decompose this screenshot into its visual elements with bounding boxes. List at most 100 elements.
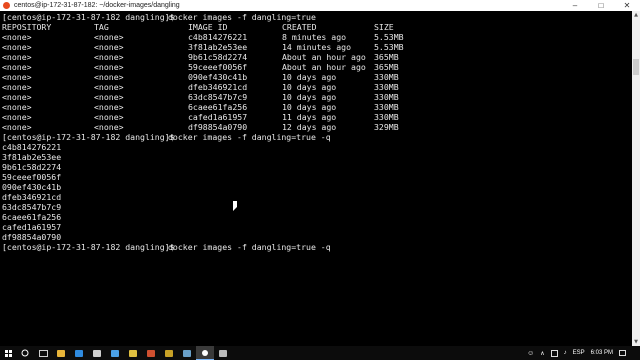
cell-image-id: 63dc8547b7c9 xyxy=(188,92,248,102)
prompt: [centos@ip-172-31-87-182 dangling]$ xyxy=(2,12,180,22)
cell-tag: <none> xyxy=(94,32,124,42)
edge-browser-icon[interactable] xyxy=(70,346,88,360)
search-icon[interactable] xyxy=(16,346,34,360)
scroll-up-icon[interactable]: ▲ xyxy=(632,11,640,19)
taskbar: ☺ ∧ ♪ ESP 6:03 PM xyxy=(0,346,640,360)
clock[interactable]: 6:03 PM xyxy=(591,350,613,356)
cell-repository: <none> xyxy=(2,82,32,92)
window-title-bar[interactable]: centos@ip-172-31-87-182: ~/docker-images… xyxy=(0,0,640,11)
cell-size: 5.53MB xyxy=(374,32,404,42)
cell-image-id: 9b61c58d2274 xyxy=(188,52,248,62)
chevron-up-icon[interactable]: ∧ xyxy=(540,350,544,357)
network-icon[interactable] xyxy=(550,349,558,357)
app-glyph xyxy=(75,349,83,357)
cell-created: 10 days ago xyxy=(282,72,337,82)
image-id: 090ef430c41b xyxy=(2,182,62,192)
column-header-size: SIZE xyxy=(374,22,394,32)
column-header-tag: TAG xyxy=(94,22,109,32)
cell-repository: <none> xyxy=(2,32,32,42)
image-id: dfeb346921cd xyxy=(2,192,62,202)
cell-tag: <none> xyxy=(94,102,124,112)
app-glyph xyxy=(165,349,173,357)
cell-repository: <none> xyxy=(2,72,32,82)
mouse-pointer-icon xyxy=(233,201,237,211)
cell-tag: <none> xyxy=(94,112,124,122)
cell-size: 329MB xyxy=(374,122,399,132)
app-icon xyxy=(3,2,10,9)
app-glyph xyxy=(129,349,137,357)
cell-tag: <none> xyxy=(94,52,124,62)
cell-repository: <none> xyxy=(2,62,32,72)
cell-tag: <none> xyxy=(94,62,124,72)
cell-image-id: 090ef430c41b xyxy=(188,72,248,82)
app-glyph xyxy=(93,349,101,357)
close-button[interactable]: ✕ xyxy=(614,0,640,11)
command-text: docker images -f dangling=true -q xyxy=(168,132,331,142)
mail-icon[interactable] xyxy=(106,346,124,360)
prompt: [centos@ip-172-31-87-182 dangling]$ xyxy=(2,242,180,252)
cell-created: 8 minutes ago xyxy=(282,32,347,42)
cell-size: 330MB xyxy=(374,82,399,92)
window-title: centos@ip-172-31-87-182: ~/docker-images… xyxy=(14,2,180,9)
cell-image-id: df98854a0790 xyxy=(188,122,248,132)
cell-size: 365MB xyxy=(374,52,399,62)
cell-tag: <none> xyxy=(94,82,124,92)
cell-repository: <none> xyxy=(2,122,32,132)
app-icon[interactable] xyxy=(142,346,160,360)
cell-tag: <none> xyxy=(94,92,124,102)
cell-image-id: cafed1a61957 xyxy=(188,112,248,122)
cell-repository: <none> xyxy=(2,112,32,122)
cell-image-id: 3f81ab2e53ee xyxy=(188,42,248,52)
terminal-output[interactable]: [centos@ip-172-31-87-182 dangling]$ dock… xyxy=(0,11,632,346)
prompt: [centos@ip-172-31-87-182 dangling]$ xyxy=(2,132,180,142)
app-icon[interactable] xyxy=(160,346,178,360)
app-icon[interactable] xyxy=(214,346,232,360)
cell-tag: <none> xyxy=(94,122,124,132)
cell-created: About an hour ago xyxy=(282,52,366,62)
cell-image-id: 6caee61fa256 xyxy=(188,102,248,112)
app-icon[interactable] xyxy=(178,346,196,360)
windows-logo-icon xyxy=(4,349,12,357)
image-id: c4b814276221 xyxy=(2,142,62,152)
app-glyph xyxy=(57,349,65,357)
maximize-button[interactable]: □ xyxy=(588,0,614,11)
app-glyph xyxy=(111,349,119,357)
app-icon[interactable] xyxy=(124,346,142,360)
language-indicator[interactable]: ESP xyxy=(573,350,585,356)
cell-created: 10 days ago xyxy=(282,92,337,102)
notification-icon[interactable] xyxy=(619,350,626,356)
cell-repository: <none> xyxy=(2,102,32,112)
cell-size: 330MB xyxy=(374,92,399,102)
image-id: 59ceeef0056f xyxy=(2,172,62,182)
scrollbar[interactable]: ▲ ▼ xyxy=(632,11,640,346)
app-glyph xyxy=(147,349,155,357)
scrollbar-thumb[interactable] xyxy=(633,59,639,75)
image-id: 63dc8547b7c9 xyxy=(2,202,62,212)
image-id: 3f81ab2e53ee xyxy=(2,152,62,162)
store-icon[interactable] xyxy=(88,346,106,360)
scroll-down-icon[interactable]: ▼ xyxy=(632,338,640,346)
start-button[interactable] xyxy=(0,346,16,360)
cell-size: 365MB xyxy=(374,62,399,72)
terminal-icon[interactable] xyxy=(196,346,214,360)
image-id: df98854a0790 xyxy=(2,232,62,242)
people-icon[interactable]: ☺ xyxy=(527,350,534,357)
cell-image-id: c4b814276221 xyxy=(188,32,248,42)
file-explorer-icon[interactable] xyxy=(52,346,70,360)
app-glyph xyxy=(183,349,191,357)
task-view-icon[interactable] xyxy=(34,346,52,360)
cell-image-id: dfeb346921cd xyxy=(188,82,248,92)
column-header-image-id: IMAGE ID xyxy=(188,22,228,32)
cell-created: 10 days ago xyxy=(282,82,337,92)
command-text: docker images -f dangling=true -q xyxy=(168,242,331,252)
cell-repository: <none> xyxy=(2,92,32,102)
cell-size: 330MB xyxy=(374,72,399,82)
cell-size: 5.53MB xyxy=(374,42,404,52)
cell-created: 14 minutes ago xyxy=(282,42,352,52)
minimize-button[interactable]: – xyxy=(562,0,588,11)
cell-repository: <none> xyxy=(2,42,32,52)
cell-repository: <none> xyxy=(2,52,32,62)
volume-icon[interactable]: ♪ xyxy=(564,350,567,356)
cell-tag: <none> xyxy=(94,42,124,52)
app-glyph xyxy=(219,349,227,357)
